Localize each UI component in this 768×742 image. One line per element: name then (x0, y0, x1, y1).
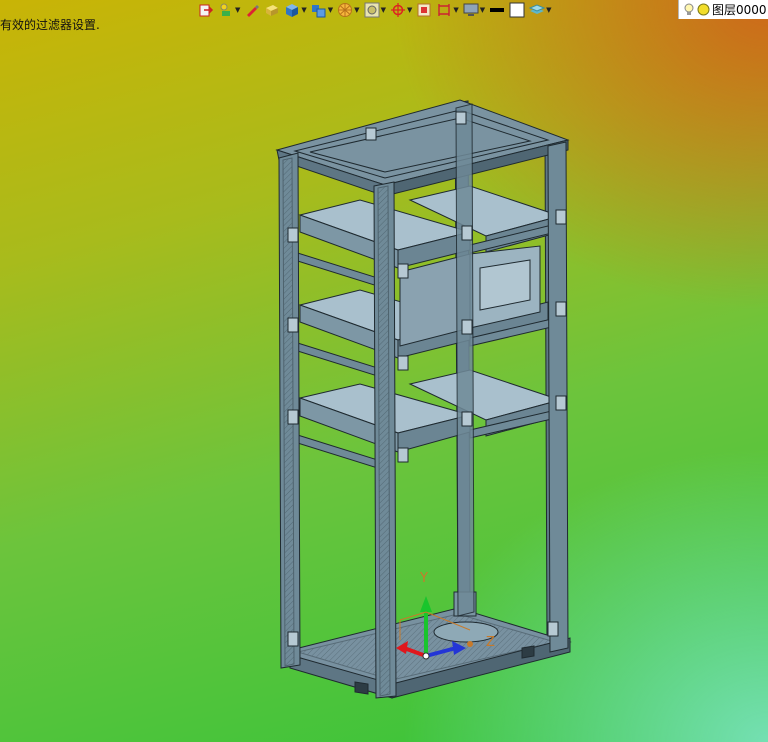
top-toolbar: ▼ ▼ ▼ ▼ ▼ ▼ ▼ ▼ ▼ (198, 0, 556, 20)
ucs-z-label: Z (486, 635, 495, 650)
ucs-origin-icon (390, 3, 405, 17)
toolbar-monitor[interactable]: ▼ (463, 0, 485, 20)
multi-cube-icon (311, 5, 326, 18)
toolbar-dimension[interactable]: ▼ (436, 0, 459, 20)
layer-selector[interactable]: 图层0000 (678, 0, 768, 19)
brush-icon (247, 5, 260, 17)
monitor-icon (463, 3, 479, 16)
toolbar-ucs-origin[interactable]: ▼ (390, 0, 412, 20)
rack-frame-model[interactable]: Y Z (0, 0, 768, 742)
drawing-viewport[interactable]: Y Z 有效的过滤器设置. ▼ ▼ ▼ ▼ ▼ ▼ ▼ ▼ ▼ 图层0000 (0, 0, 768, 742)
toolbar-layer-properties[interactable]: ▼ (218, 0, 240, 20)
shelf-bottom (298, 369, 562, 453)
color-swatch-icon (509, 2, 525, 18)
ucs-y-label: Y (419, 571, 428, 586)
toolbar-render-sphere[interactable]: ▼ (337, 0, 360, 20)
dimension-icon (438, 4, 451, 16)
command-status-text: 有效的过滤器设置. (0, 18, 100, 32)
sun-freeze-icon[interactable] (697, 3, 710, 16)
frame-select-icon (417, 3, 431, 17)
toolbar-frame-select[interactable] (416, 0, 432, 20)
layer-name: 图层0000 (712, 3, 767, 17)
render-sphere-icon (338, 3, 353, 17)
insert-block-icon (199, 4, 214, 17)
toolbar-solid-box[interactable] (264, 0, 280, 20)
toolbar-layer-stack[interactable]: ▼ (529, 0, 552, 20)
lightbulb-icon[interactable] (683, 3, 695, 17)
blue-cube-icon (286, 4, 299, 17)
toolbar-lineweight[interactable] (489, 0, 505, 20)
toolbar-multi-cube[interactable]: ▼ (311, 0, 333, 20)
toolbar-insert-block[interactable] (198, 0, 214, 20)
toolbar-render-settings[interactable]: ▼ (364, 0, 386, 20)
layer-stack-icon (529, 4, 546, 14)
lineweight-icon (490, 8, 505, 12)
top-frame (275, 99, 570, 197)
solid-box-icon (266, 5, 279, 16)
layer-properties-icon (220, 3, 230, 16)
render-settings-icon (364, 2, 380, 18)
toolbar-blue-cube[interactable]: ▼ (284, 0, 307, 20)
toolbar-brush[interactable] (244, 0, 260, 20)
corner-brackets (287, 111, 567, 647)
toolbar-color-swatch[interactable] (509, 0, 525, 20)
